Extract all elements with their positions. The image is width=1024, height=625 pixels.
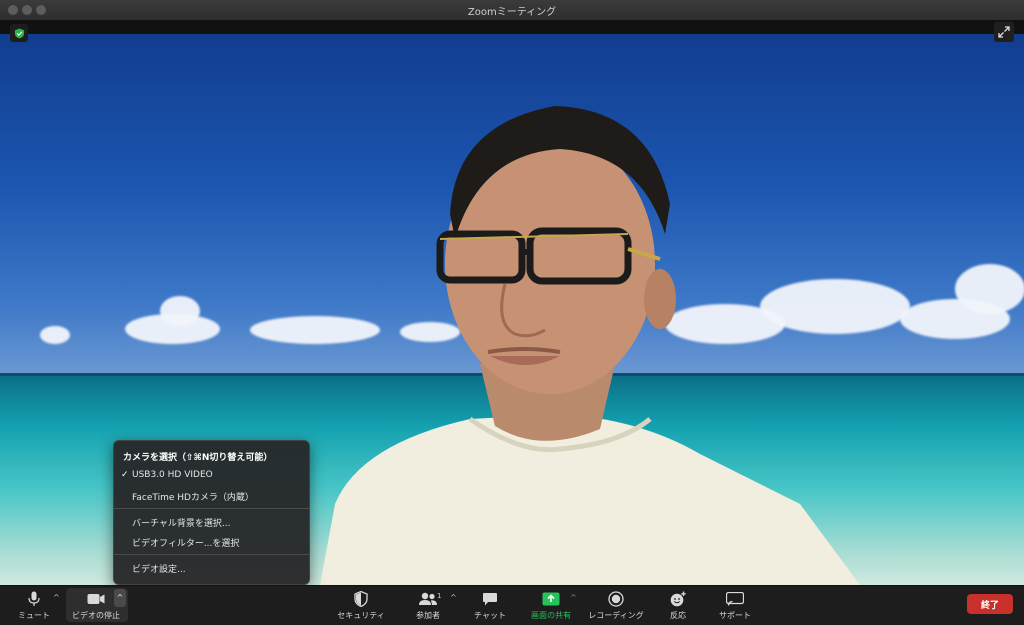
- camera-option-facetime[interactable]: FaceTime HDカメラ（内蔵）: [132, 490, 254, 503]
- fullscreen-button[interactable]: [994, 22, 1014, 42]
- participants-button[interactable]: 参加者: [408, 585, 448, 625]
- check-icon: ✓: [121, 470, 129, 480]
- menu-divider: [114, 554, 309, 555]
- participants-label: 参加者: [416, 611, 440, 620]
- security-icon: [354, 590, 368, 608]
- chat-icon: [482, 590, 498, 608]
- end-meeting-button[interactable]: 終了: [967, 594, 1013, 614]
- menu-item-video-filter[interactable]: ビデオフィルター...を選択: [132, 536, 239, 549]
- security-shield-indicator[interactable]: [10, 24, 28, 42]
- menu-item-video-settings[interactable]: ビデオ設定...: [132, 562, 186, 575]
- video-options-chevron[interactable]: ^: [114, 589, 126, 607]
- support-label: サポート: [719, 611, 751, 620]
- support-button[interactable]: サポート: [714, 585, 756, 625]
- chevron-up-icon: ^: [116, 593, 124, 602]
- zoom-window: Zoomミーティング カメラを選択（⇧⌘N切り替え可能） ✓ USB3.0 HD…: [0, 0, 1024, 625]
- reactions-label: 反応: [670, 611, 686, 620]
- record-label: レコーディング: [588, 611, 644, 620]
- chat-button[interactable]: チャット: [470, 585, 510, 625]
- chevron-up-icon[interactable]: ^: [53, 593, 60, 602]
- menu-item-virtual-background[interactable]: バーチャル背景を選択...: [132, 516, 231, 529]
- security-label: セキュリティ: [337, 611, 385, 620]
- chat-label: チャット: [474, 611, 506, 620]
- video-camera-icon: [87, 590, 105, 608]
- mute-label: ミュート: [18, 611, 50, 620]
- participants-count: 1: [437, 592, 442, 600]
- share-screen-button[interactable]: 画面の共有: [526, 585, 576, 625]
- mute-button[interactable]: ミュート: [14, 585, 54, 625]
- support-icon: [726, 590, 744, 608]
- meeting-top-bar: [0, 20, 1024, 34]
- video-label: ビデオの停止: [72, 611, 120, 620]
- chevron-up-icon[interactable]: ^: [450, 593, 457, 602]
- title-bar: Zoomミーティング: [0, 0, 1024, 21]
- participants-icon: [418, 590, 438, 608]
- record-button[interactable]: レコーディング: [586, 585, 646, 625]
- record-icon: [608, 590, 624, 608]
- camera-select-menu: カメラを選択（⇧⌘N切り替え可能） ✓ USB3.0 HD VIDEO Face…: [113, 440, 310, 585]
- window-title: Zoomミーティング: [467, 7, 557, 18]
- meeting-toolbar: [0, 585, 1024, 625]
- reactions-button[interactable]: 反応: [660, 585, 696, 625]
- expand-icon: [998, 26, 1010, 38]
- share-screen-icon: [542, 590, 560, 608]
- menu-divider: [114, 508, 309, 509]
- reactions-icon: [669, 590, 687, 608]
- camera-option-usb[interactable]: USB3.0 HD VIDEO: [132, 470, 213, 480]
- camera-menu-header: カメラを選択（⇧⌘N切り替え可能）: [123, 453, 273, 463]
- mic-icon: [28, 590, 40, 608]
- shield-icon: [14, 27, 24, 39]
- chevron-up-icon[interactable]: ^: [570, 593, 577, 602]
- security-button[interactable]: セキュリティ: [336, 585, 386, 625]
- share-label: 画面の共有: [531, 611, 571, 620]
